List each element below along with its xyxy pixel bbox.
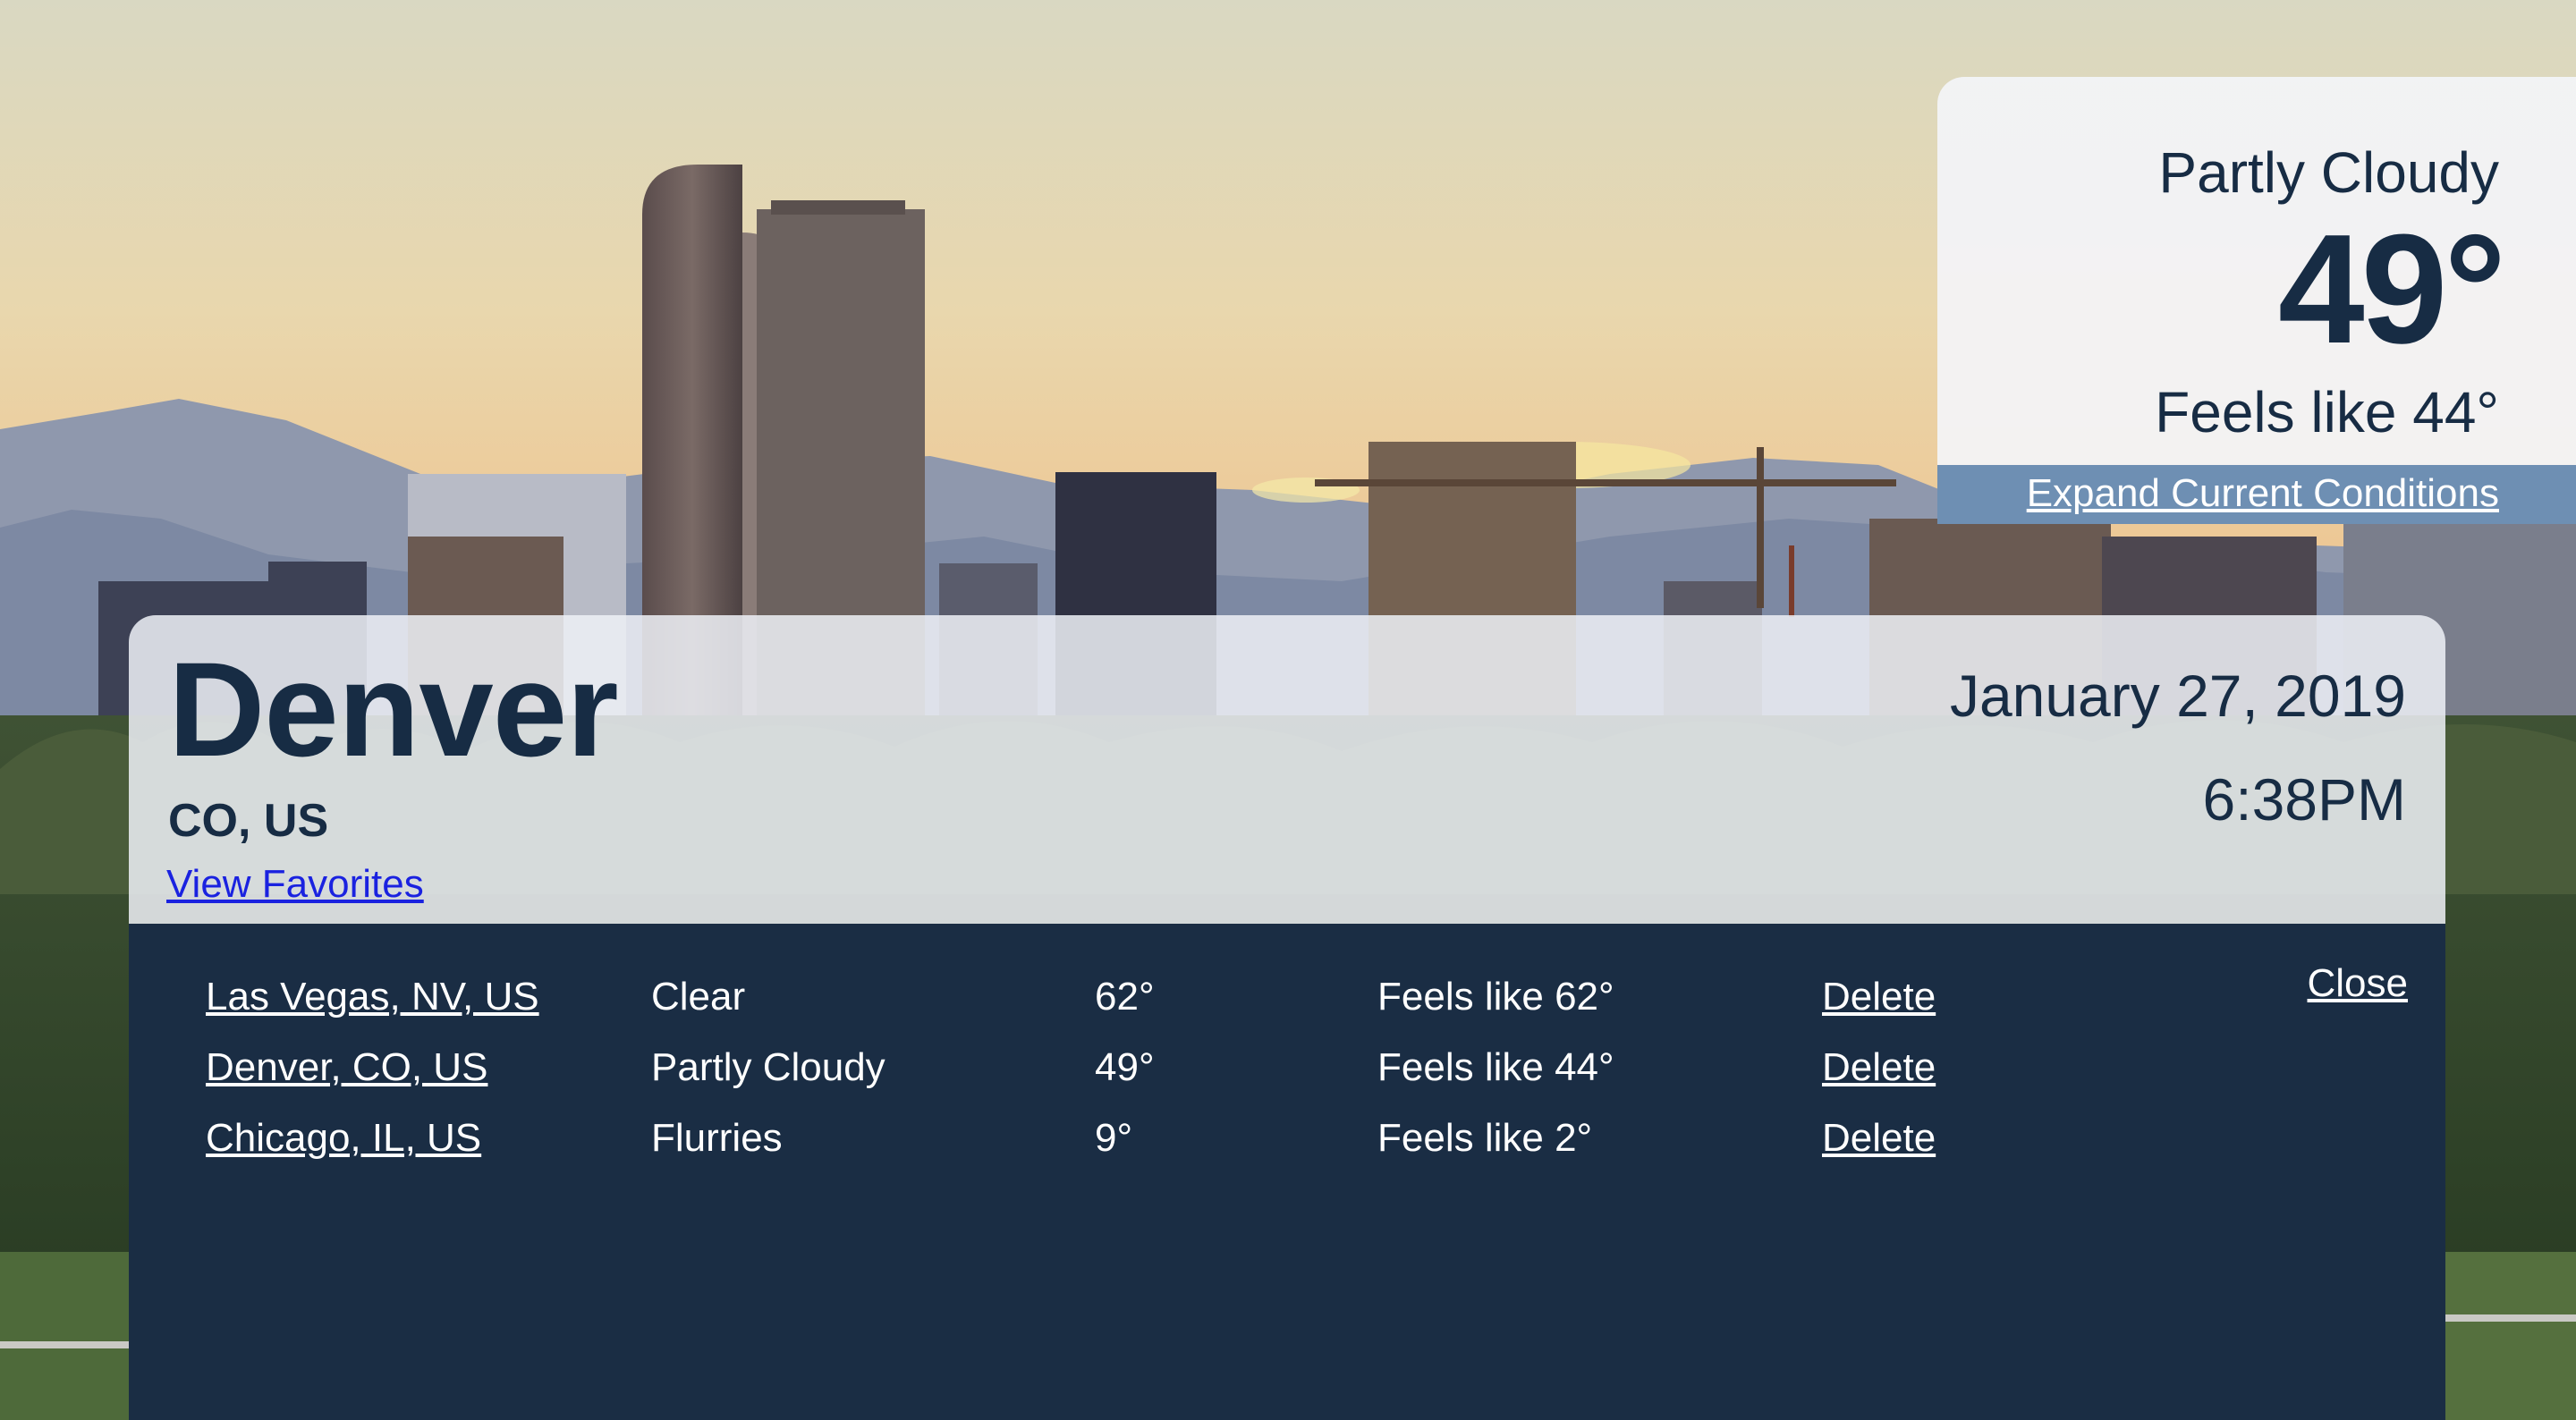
- favorite-feels-like: Feels like 44°: [1377, 1045, 1614, 1089]
- current-conditions-card: Partly Cloudy 49° Feels like 44° Expand …: [1937, 77, 2576, 524]
- city-name: Denver: [168, 634, 619, 784]
- favorite-delete-link[interactable]: Delete: [1822, 1116, 1936, 1161]
- favorite-delete-link[interactable]: Delete: [1822, 1045, 1936, 1090]
- favorite-row: Las Vegas, NV, US Clear 62° Feels like 6…: [129, 975, 2097, 1028]
- favorite-location-link[interactable]: Las Vegas, NV, US: [206, 975, 539, 1019]
- favorite-feels-like: Feels like 62°: [1377, 975, 1614, 1019]
- favorite-row: Denver, CO, US Partly Cloudy 49° Feels l…: [129, 1045, 2097, 1099]
- favorite-location-link[interactable]: Denver, CO, US: [206, 1045, 487, 1090]
- favorite-location-link[interactable]: Chicago, IL, US: [206, 1116, 481, 1161]
- close-favorites-link[interactable]: Close: [2308, 961, 2409, 1006]
- favorites-panel: Close Las Vegas, NV, US Clear 62° Feels …: [129, 924, 2445, 1420]
- location-header-panel: Denver CO, US View Favorites January 27,…: [129, 615, 2445, 924]
- expand-current-conditions-link[interactable]: Expand Current Conditions: [2027, 471, 2499, 516]
- current-temperature: 49°: [2277, 201, 2506, 376]
- favorite-condition: Partly Cloudy: [651, 1045, 886, 1089]
- current-date: January 27, 2019: [1949, 663, 2406, 729]
- current-feels-like: Feels like 44°: [2155, 380, 2499, 444]
- current-time: 6:38PM: [2202, 766, 2406, 833]
- region-name: CO, US: [168, 795, 329, 847]
- favorite-temperature: 9°: [1095, 1116, 1133, 1160]
- expand-conditions-bar: Expand Current Conditions: [1937, 465, 2576, 524]
- favorite-row: Chicago, IL, US Flurries 9° Feels like 2…: [129, 1116, 2097, 1170]
- current-condition-text: Partly Cloudy: [2158, 140, 2499, 205]
- favorite-feels-like: Feels like 2°: [1377, 1116, 1593, 1160]
- favorite-temperature: 49°: [1095, 1045, 1155, 1089]
- view-favorites-link[interactable]: View Favorites: [166, 862, 424, 907]
- favorite-delete-link[interactable]: Delete: [1822, 975, 1936, 1019]
- favorite-temperature: 62°: [1095, 975, 1155, 1019]
- favorite-condition: Flurries: [651, 1116, 783, 1160]
- favorite-condition: Clear: [651, 975, 746, 1019]
